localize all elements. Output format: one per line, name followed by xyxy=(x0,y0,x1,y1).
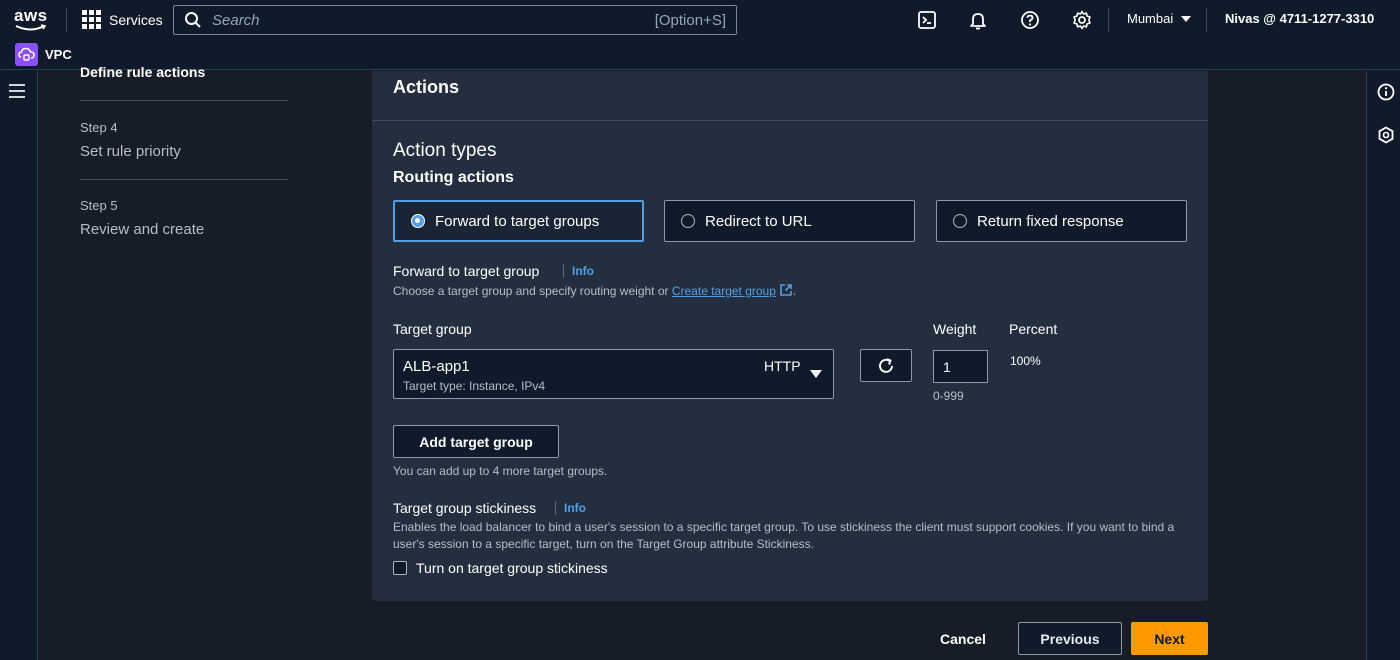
search-icon xyxy=(185,12,201,28)
dropdown-caret-icon xyxy=(810,370,822,378)
previous-button[interactable]: Previous xyxy=(1018,622,1122,655)
services-label: Services xyxy=(109,11,163,28)
description-suffix: . xyxy=(792,284,797,298)
cancel-button[interactable]: Cancel xyxy=(928,626,998,652)
percent-value: 100% xyxy=(1010,354,1041,368)
stickiness-description: Enables the load balancer to bind a user… xyxy=(393,520,1175,551)
target-group-protocol: HTTP xyxy=(764,358,801,374)
external-link-icon[interactable] xyxy=(779,283,793,297)
settings-icon[interactable] xyxy=(1072,10,1092,30)
account-label: Nivas @ 4711-1277-3310 xyxy=(1225,11,1375,26)
weight-hint: 0-999 xyxy=(933,389,964,403)
help-icon[interactable] xyxy=(1020,10,1040,30)
top-navigation: aws Services Search [Option+S] Mumbai Ni… xyxy=(0,0,1400,40)
grid-icon xyxy=(82,10,101,29)
target-group-select[interactable]: ALB-app1 Target type: Instance, IPv4 HTT… xyxy=(393,349,834,399)
service-name[interactable]: VPC xyxy=(45,47,72,62)
forward-target-group-label: Forward to target group xyxy=(393,263,540,279)
radio-selected[interactable] xyxy=(411,214,425,228)
panel-title: Actions xyxy=(393,77,460,97)
cloudshell-icon[interactable] xyxy=(917,10,937,30)
bell-icon[interactable] xyxy=(968,10,988,30)
region-selector[interactable]: Mumbai xyxy=(1127,11,1192,26)
account-menu[interactable]: Nivas @ 4711-1277-3310 xyxy=(1225,11,1374,26)
option-label: Redirect to URL xyxy=(705,212,812,230)
step-divider xyxy=(80,100,288,101)
stickiness-checkbox[interactable] xyxy=(393,561,407,575)
menu-icon[interactable] xyxy=(9,84,25,98)
option-label: Forward to target groups xyxy=(435,212,600,230)
routing-actions-heading: Routing actions xyxy=(393,169,514,186)
aws-logo[interactable]: aws xyxy=(14,6,50,34)
search-placeholder: Search xyxy=(212,11,260,29)
step-link-set-rule-priority[interactable]: Set rule priority xyxy=(80,143,181,160)
forward-description: Choose a target group and specify routin… xyxy=(393,283,796,300)
add-target-group-hint: You can add up to 4 more target groups. xyxy=(393,464,608,478)
option-label: Return fixed response xyxy=(977,212,1124,230)
region-label: Mumbai xyxy=(1127,11,1174,26)
panel-header: Actions xyxy=(372,71,1208,121)
action-types-heading: Action types xyxy=(393,140,497,161)
weight-input[interactable] xyxy=(933,350,988,383)
target-group-type: Target type: Instance, IPv4 xyxy=(403,379,546,393)
target-group-label: Target group xyxy=(393,321,472,337)
step-number: Step 4 xyxy=(80,120,118,135)
create-target-group-link[interactable]: Create target group xyxy=(672,284,776,298)
right-rail xyxy=(1366,71,1400,660)
weight-label: Weight xyxy=(933,321,977,337)
stickiness-checkbox-label[interactable]: Turn on target group stickiness xyxy=(416,560,608,576)
option-redirect-to-url[interactable]: Redirect to URL xyxy=(664,200,915,242)
description-text: Choose a target group and specify routin… xyxy=(393,284,672,298)
search-shortcut: [Option+S] xyxy=(654,11,726,29)
stickiness-info-link[interactable]: Info xyxy=(555,501,586,515)
forward-info-link[interactable]: Info xyxy=(563,264,594,278)
step-number: Step 5 xyxy=(80,198,118,213)
info-panel-icon[interactable] xyxy=(1377,83,1395,101)
aws-logo-text: aws xyxy=(14,6,48,25)
next-button[interactable]: Next xyxy=(1131,622,1208,655)
add-target-group-button[interactable]: Add target group xyxy=(393,425,559,458)
nav-divider xyxy=(66,8,67,32)
stickiness-label: Target group stickiness xyxy=(393,500,537,516)
percent-label: Percent xyxy=(1009,321,1058,337)
search-input[interactable]: Search [Option+S] xyxy=(173,5,737,35)
left-rail xyxy=(0,71,38,660)
refresh-icon xyxy=(879,357,893,373)
aws-smile-icon xyxy=(15,24,47,31)
nav-divider xyxy=(1108,8,1109,32)
service-bar: VPC xyxy=(0,40,1400,70)
step-current-title: Define rule actions xyxy=(80,64,206,80)
option-forward-to-target-groups[interactable]: Forward to target groups xyxy=(393,200,644,242)
step-link-review-and-create[interactable]: Review and create xyxy=(80,221,204,238)
radio-unselected[interactable] xyxy=(953,214,967,228)
radio-unselected[interactable] xyxy=(681,214,695,228)
option-return-fixed-response[interactable]: Return fixed response xyxy=(936,200,1187,242)
services-menu[interactable]: Services xyxy=(82,10,163,29)
caret-down-icon xyxy=(1181,15,1192,22)
hexagon-tools-icon[interactable] xyxy=(1377,126,1395,144)
vpc-service-icon[interactable] xyxy=(15,43,38,66)
refresh-button[interactable] xyxy=(860,349,912,382)
step-divider xyxy=(80,179,288,180)
nav-divider xyxy=(1206,8,1207,32)
target-group-value: ALB-app1 xyxy=(403,358,470,375)
